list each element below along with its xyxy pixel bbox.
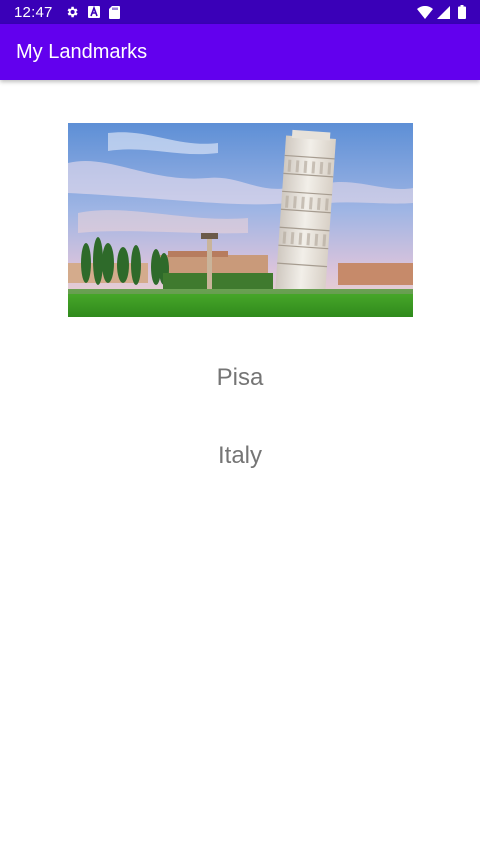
wifi-icon [417,5,433,19]
app-title: My Landmarks [16,40,148,63]
status-time: 12:47 [14,3,53,21]
landmark-country: Italy [217,442,262,469]
app-bar: My Landmarks [0,24,480,80]
font-a-icon [87,6,100,18]
status-notification-icons [65,5,120,19]
status-system-icons [417,5,466,19]
landmark-photo [68,123,413,317]
battery-icon [458,5,466,19]
status-bar: 12:47 [0,0,480,24]
sd-card-icon [108,5,120,19]
landmark-name: Pisa [216,364,264,391]
gear-icon [65,5,79,19]
cell-signal-icon [437,5,450,19]
